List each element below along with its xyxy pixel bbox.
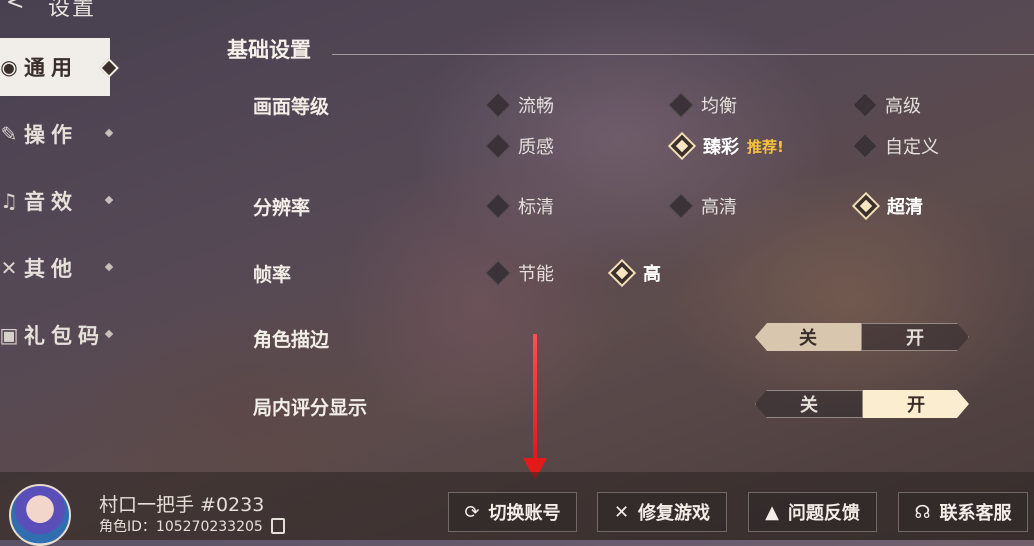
top-header: < 设置 [0, 0, 160, 21]
framerate-option-high[interactable]: 高 [607, 258, 661, 288]
radio-diamond-icon [485, 260, 511, 286]
resolution-option-hd[interactable]: 高清 [668, 193, 737, 219]
bottom-bar: 村口一把手 #0233 角色ID：105270233205 ⟳ 切换账号 ✕ 修… [0, 472, 1034, 546]
radio-diamond-selected-icon [607, 258, 637, 288]
page-title: 设置 [48, 0, 97, 21]
sidebar-item-label: 其他 [24, 257, 78, 281]
headset-icon: ☊ [914, 501, 931, 523]
controls-icon: ✎ [0, 122, 18, 146]
sidebar-item-label: 礼包码 [24, 324, 105, 348]
radio-diamond-icon [852, 92, 878, 118]
graphics-option-balanced[interactable]: 均衡 [668, 92, 737, 118]
tools-icon: ✕ [0, 256, 18, 280]
gift-icon: ▣ [0, 323, 19, 347]
resolution-option-sd[interactable]: 标清 [485, 193, 554, 219]
score-display-label: 局内评分显示 [253, 397, 368, 419]
button-label: 联系客服 [939, 503, 1012, 524]
graphics-option-high[interactable]: 高级 [852, 92, 921, 118]
option-label: 高级 [885, 96, 921, 117]
option-label: 流畅 [518, 96, 554, 117]
graphics-option-smooth[interactable]: 流畅 [485, 92, 554, 118]
section-divider [332, 54, 1034, 55]
sidebar-item-other[interactable]: ✕ 其他 [0, 239, 114, 297]
resolution-label: 分辨率 [253, 197, 311, 219]
score-display-off-button[interactable]: 关 [755, 390, 863, 418]
graphics-label: 画面等级 [253, 96, 330, 118]
radio-diamond-icon [485, 193, 511, 219]
section-title: 基础设置 [227, 38, 311, 62]
sidebar-item-general[interactable]: ◉ 通用 [0, 38, 119, 96]
button-label: 修复游戏 [638, 503, 711, 524]
option-label: 节能 [518, 264, 554, 285]
contact-support-button[interactable]: ☊ 联系客服 [898, 492, 1028, 532]
audio-icon: ♫ [0, 189, 18, 213]
player-name: 村口一把手 #0233 [99, 494, 265, 516]
role-id: 角色ID：105270233205 [99, 519, 263, 535]
option-label: 高清 [701, 197, 737, 218]
outline-off-button[interactable]: 关 [755, 323, 861, 351]
radio-diamond-icon [485, 92, 511, 118]
button-label: 切换账号 [488, 503, 561, 524]
radio-diamond-icon [485, 133, 511, 159]
option-label: 超清 [887, 197, 923, 218]
repair-game-button[interactable]: ✕ 修复游戏 [597, 492, 727, 532]
copy-icon[interactable] [271, 518, 285, 534]
annotation-arrow [533, 334, 537, 460]
general-icon: ◉ [0, 55, 18, 79]
resolution-option-uhd[interactable]: 超清 [851, 191, 923, 221]
switch-account-button[interactable]: ⟳ 切换账号 [448, 492, 577, 532]
graphics-option-ultra[interactable]: 臻彩 推荐! [667, 131, 784, 161]
button-label: 问题反馈 [787, 503, 860, 524]
score-display-toggle: 关 开 [755, 390, 969, 418]
warning-icon: ▲ [765, 501, 779, 523]
wrench-icon: ✕ [613, 501, 630, 523]
outline-toggle: 关 开 [755, 323, 969, 351]
chevron-left-icon[interactable]: < [6, 0, 24, 15]
radio-diamond-icon [668, 193, 694, 219]
outline-on-button[interactable]: 开 [861, 323, 969, 351]
radio-diamond-selected-icon [851, 191, 881, 221]
option-label: 标清 [518, 197, 554, 218]
graphics-option-custom[interactable]: 自定义 [852, 133, 939, 159]
option-label: 均衡 [701, 96, 737, 117]
option-label: 臻彩 [703, 137, 739, 158]
option-label: 质感 [518, 137, 554, 158]
radio-diamond-icon [668, 92, 694, 118]
framerate-option-eco[interactable]: 节能 [485, 260, 554, 286]
sidebar-item-label: 音效 [24, 190, 78, 214]
sidebar-item-controls[interactable]: ✎ 操作 [0, 105, 114, 163]
refresh-icon: ⟳ [464, 501, 480, 523]
sidebar-item-label: 操作 [24, 123, 78, 147]
sidebar: ◉ 通用 ✎ 操作 ♫ 音效 ✕ 其他 ▣ 礼包码 [0, 38, 119, 373]
radio-diamond-selected-icon [667, 131, 697, 161]
recommended-badge: 推荐! [747, 137, 784, 156]
outline-label: 角色描边 [253, 329, 330, 351]
sidebar-item-audio[interactable]: ♫ 音效 [0, 172, 114, 230]
feedback-button[interactable]: ▲ 问题反馈 [748, 492, 877, 532]
avatar[interactable] [9, 484, 71, 546]
sidebar-item-gift-code[interactable]: ▣ 礼包码 [0, 306, 114, 364]
score-display-on-button[interactable]: 开 [863, 390, 969, 418]
sidebar-item-label: 通用 [24, 56, 78, 80]
framerate-label: 帧率 [253, 264, 292, 286]
option-label: 自定义 [885, 137, 939, 158]
graphics-option-texture[interactable]: 质感 [485, 133, 554, 159]
option-label: 高 [643, 264, 661, 285]
radio-diamond-icon [852, 133, 878, 159]
